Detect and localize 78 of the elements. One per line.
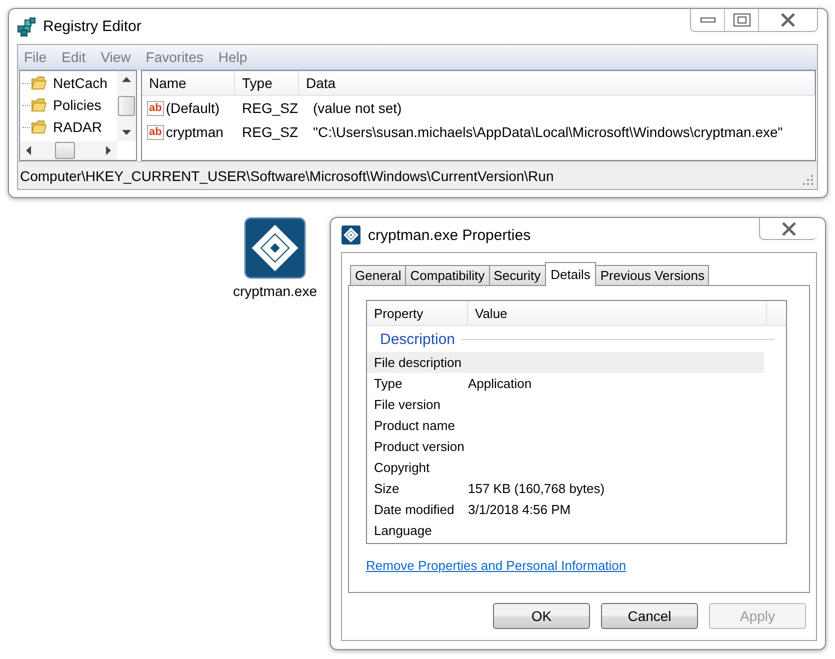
cubes-icon: [17, 16, 37, 36]
property-row[interactable]: File description: [367, 352, 764, 373]
minimize-icon: [700, 17, 716, 23]
property-value: Application: [468, 376, 533, 391]
value-data: (value not set): [312, 100, 403, 116]
close-icon: [780, 13, 796, 27]
resize-grip-icon[interactable]: [803, 175, 814, 186]
value-data: "C:\Users\susan.michaels\AppData\Local\Microsoft\Windows\cryptman.exe": [312, 124, 784, 140]
column-header[interactable]: Data: [299, 71, 815, 95]
horizontal-scrollbar[interactable]: [20, 141, 117, 160]
property-name: Size: [373, 481, 400, 496]
column-header[interactable]: Type: [235, 71, 299, 95]
value-type: REG_SZ: [241, 124, 300, 140]
maximize-icon: [732, 13, 750, 27]
property-name: Language: [373, 523, 433, 538]
file-name[interactable]: cryptman.exe: [232, 283, 318, 299]
property-row[interactable]: Type Application: [367, 373, 764, 394]
menu-item[interactable]: File: [24, 49, 47, 65]
property-row[interactable]: Copyright: [367, 457, 764, 478]
property-value: 3/1/2018 4:56 PM: [468, 502, 572, 517]
property-name: File version: [373, 397, 442, 412]
property-row[interactable]: Date modified 3/1/2018 4:56 PM: [367, 499, 764, 520]
property-row[interactable]: Language: [367, 520, 764, 541]
value-name[interactable]: (Default): [166, 100, 220, 116]
scroll-down-icon: [122, 130, 131, 135]
tab[interactable]: General: [350, 265, 406, 285]
close-button[interactable]: [759, 218, 817, 240]
scroll-right-icon: [106, 146, 111, 155]
string-value-icon: ab: [147, 100, 164, 116]
property-value: 157 KB (160,768 bytes): [468, 481, 606, 496]
menu-item[interactable]: View: [100, 49, 131, 65]
property-name: Date modified: [373, 502, 456, 517]
scrollbar-thumb[interactable]: [55, 142, 75, 159]
column-header[interactable]: Name: [142, 71, 235, 95]
scroll-left-icon: [26, 146, 31, 155]
folder-icon: [31, 97, 47, 113]
app-logo-icon[interactable]: [244, 217, 306, 279]
folder-icon: [31, 119, 47, 135]
minimize-button[interactable]: [691, 9, 725, 31]
tree-item[interactable]: Policies: [53, 97, 102, 113]
close-icon: [780, 222, 796, 236]
tab[interactable]: Compatibility: [405, 265, 490, 285]
folder-icon: [31, 75, 47, 91]
tab[interactable]: Details: [544, 262, 596, 286]
dialog-button[interactable]: Cancel: [601, 603, 698, 629]
property-row[interactable]: Product version: [367, 436, 764, 457]
property-name: Product name: [373, 418, 456, 433]
tab[interactable]: Previous Versions: [595, 265, 710, 285]
menu-item[interactable]: Edit: [62, 49, 86, 65]
property-row[interactable]: File version: [367, 394, 764, 415]
maximize-button[interactable]: [725, 9, 759, 31]
tree-item[interactable]: RADAR: [53, 119, 102, 135]
property-name: Type: [373, 376, 404, 391]
group-header: Description: [380, 330, 456, 348]
column-header[interactable]: Property: [367, 301, 468, 325]
menu-item[interactable]: Help: [218, 49, 248, 65]
property-name: Product version: [373, 439, 466, 454]
value-name[interactable]: cryptman: [166, 124, 224, 140]
string-value-icon: ab: [147, 124, 164, 140]
property-row[interactable]: Product name: [367, 415, 764, 436]
value-type: REG_SZ: [241, 100, 300, 116]
dialog-button[interactable]: OK: [493, 603, 590, 629]
menu-item[interactable]: Favorites: [146, 49, 204, 65]
app-logo-icon: [341, 225, 361, 245]
tree-item[interactable]: NetCach: [53, 75, 108, 91]
registry-path: Computer\HKEY_CURRENT_USER\Software\Microsoft\Windows\CurrentVersion\Run: [20, 168, 554, 184]
property-name: Copyright: [373, 460, 431, 475]
property-row[interactable]: Size 157 KB (160,768 bytes): [367, 478, 764, 499]
vertical-scrollbar[interactable]: [117, 71, 136, 141]
close-button[interactable]: [759, 9, 817, 31]
dialog-title: cryptman.exe Properties: [368, 226, 531, 244]
tab[interactable]: Security: [488, 265, 546, 285]
scroll-up-icon: [122, 77, 131, 82]
remove-properties-link[interactable]: Remove Properties and Personal Information: [366, 558, 626, 573]
scrollbar-thumb[interactable]: [118, 96, 135, 116]
window-title: Registry Editor: [43, 18, 142, 35]
property-name: File description: [373, 355, 462, 370]
column-header[interactable]: Value: [468, 301, 767, 325]
